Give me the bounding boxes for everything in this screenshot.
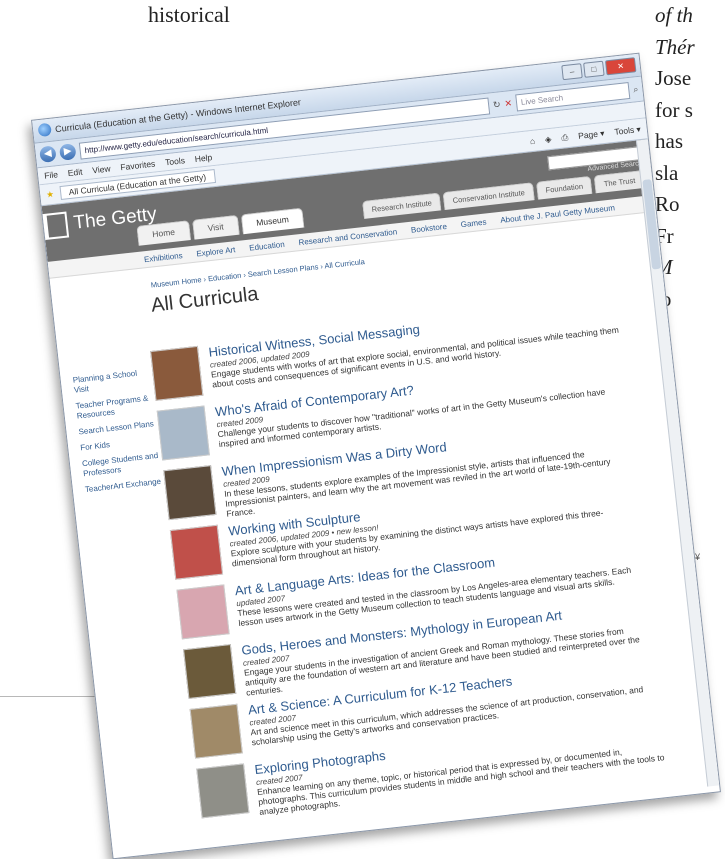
curriculum-thumbnail[interactable] [183,644,237,700]
nav-tab-the-trust[interactable]: The Trust [593,169,646,194]
curriculum-thumbnail[interactable] [176,584,230,640]
stop-icon[interactable]: ✕ [504,97,513,109]
left-nav-link[interactable]: TeacherArt Exchange [84,477,163,495]
subnav-item[interactable]: Education [249,239,285,252]
left-nav-link[interactable]: For Kids [80,435,159,453]
document-line: for s [655,97,693,122]
left-nav-link[interactable]: Search Lesson Plans [78,419,157,437]
curriculum-thumbnail[interactable] [189,703,243,759]
page-menu[interactable]: Page ▾ [578,128,606,142]
menu-item-file[interactable]: File [44,169,59,180]
print-icon[interactable]: ⎙ [561,132,569,144]
curriculum-thumbnail[interactable] [150,345,204,401]
document-line: sla [655,160,679,185]
feeds-icon[interactable]: ◈ [544,133,552,145]
browser-window: Curricula (Education at the Getty) - Win… [31,52,721,859]
menu-item-tools[interactable]: Tools [165,155,186,167]
nav-tab-visit[interactable]: Visit [191,214,240,240]
tools-menu[interactable]: Tools ▾ [614,124,642,138]
document-heading-fragment: historical [148,2,230,27]
curriculum-thumbnail[interactable] [163,465,217,521]
nav-tab-research-institute[interactable]: Research Institute [361,192,442,219]
subnav-item[interactable]: Exhibitions [144,251,183,264]
document-line: Jose [655,66,692,90]
menu-item-favorites[interactable]: Favorites [120,158,156,172]
maximize-button[interactable]: □ [583,60,605,78]
document-line: has [655,129,683,153]
subnav-item[interactable]: Games [460,217,487,229]
menu-item-help[interactable]: Help [194,152,212,164]
favorites-star-icon[interactable]: ★ [46,188,55,200]
menu-item-view[interactable]: View [92,163,111,175]
ie-logo-icon [37,122,52,138]
search-icon[interactable]: ⌕ [633,84,639,95]
page-title: All Curricula [149,283,260,317]
subnav-item[interactable]: Explore Art [196,245,236,258]
nav-tab-museum[interactable]: Museum [240,207,305,235]
subnav-item[interactable]: Bookstore [410,221,447,234]
left-nav-link[interactable]: College Students and Professors [82,451,162,479]
forward-icon[interactable]: ▶ [58,143,77,161]
nav-tab-conservation-institute[interactable]: Conservation Institute [442,182,535,210]
home-icon[interactable]: ⌂ [529,135,535,146]
minimize-button[interactable]: – [561,63,583,81]
curriculum-thumbnail[interactable] [169,524,224,580]
curriculum-thumbnail[interactable] [196,763,250,819]
document-line: Fr [655,223,674,248]
document-line: M [655,255,673,279]
nav-tab-home[interactable]: Home [136,220,191,246]
refresh-icon[interactable]: ↻ [492,99,501,111]
left-nav-link[interactable]: Planning a School Visit [72,367,152,395]
left-nav: Planning a School Visit Teacher Programs … [72,367,163,501]
document-line: Ro [655,192,680,216]
left-nav-link[interactable]: Teacher Programs & Resources [75,393,155,421]
document-corner-mark: ¥ [695,552,701,562]
document-line: Thér [655,34,695,59]
curricula-list: Historical Witness, Social Messaging crea… [150,300,670,829]
getty-page: The Getty Home Visit Museum Advanced Searc… [41,139,720,853]
getty-logo-icon [42,211,70,240]
menu-item-edit[interactable]: Edit [67,167,83,179]
curriculum-thumbnail[interactable] [156,405,210,461]
document-line: of th [655,3,693,27]
close-button[interactable]: ✕ [604,57,637,76]
back-icon[interactable]: ◀ [39,145,57,164]
nav-tab-foundation[interactable]: Foundation [535,175,593,200]
